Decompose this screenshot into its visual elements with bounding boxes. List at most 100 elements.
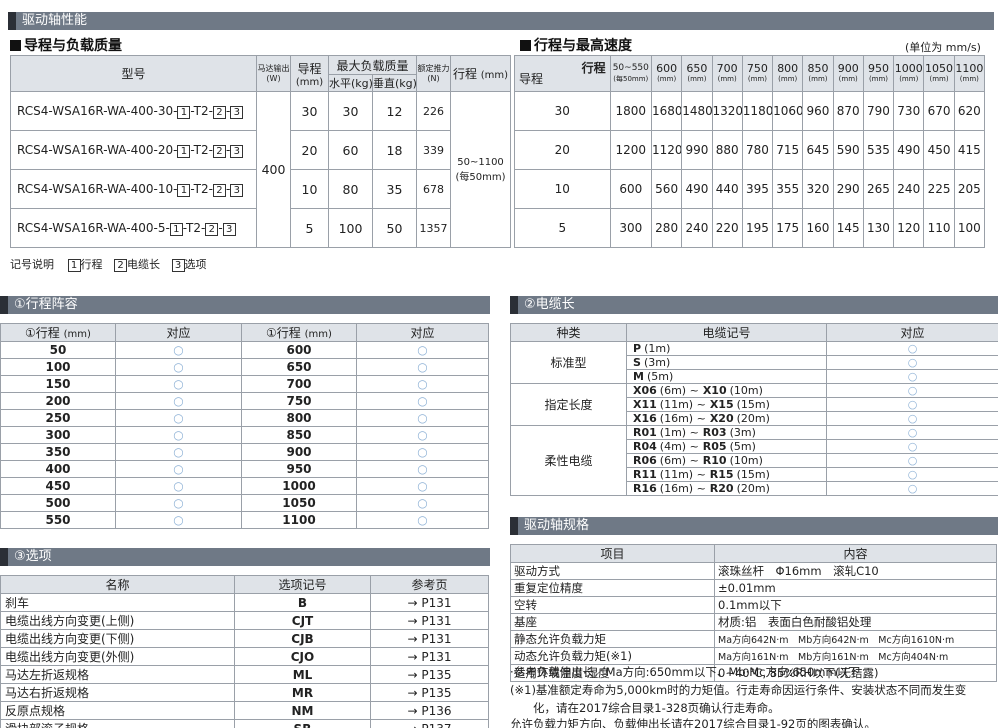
stroke-value: 550 [0, 511, 116, 529]
speed-header-row: 行程 导程 50~550 (每50mm) 600 (mm) 650 (mm) 700 (mm) 75… [514, 55, 986, 92]
speed-value-cell: 280 [650, 208, 683, 248]
horiz-load-cell: 30 [328, 91, 373, 131]
speed-value-cell: 535 [862, 130, 895, 170]
thrust-cell: 339 [416, 130, 452, 170]
header-stroke-unit: (mm) [480, 70, 509, 81]
cable-code: P (1m) [626, 341, 827, 356]
speed-value-cell: 225 [923, 169, 955, 209]
cable-code-from: R16 [633, 482, 657, 495]
spec-row: 重复定位精度 ±0.01mm [510, 579, 997, 597]
stroke-col-header: 800 (mm) [772, 55, 804, 92]
header-ok-left: 对应 [115, 323, 242, 342]
header-stroke-text: 行程 [452, 67, 477, 81]
speed-row: 5 300 280 240 220 195 175 160 145 130 120 110 100 [514, 208, 986, 248]
cable-code-from: X11 [633, 398, 657, 411]
speed-value-cell: 415 [953, 130, 986, 170]
stroke-col-unit: (每50mm) [613, 74, 649, 83]
cable-code: M (5m) [626, 369, 827, 384]
header-page: 参考页 [370, 575, 489, 594]
stroke-value: 200 [0, 392, 116, 410]
option-row: 电缆出线方向变更(外侧) CJO → P131 [0, 647, 489, 666]
stroke-row: 350 ○ 900 ○ [0, 443, 489, 461]
cable-code: S (3m) [626, 355, 827, 370]
header-ok: 对应 [826, 323, 998, 342]
header-option-code: 选项记号 [234, 575, 371, 594]
header-thrust-text: 额定推力 [417, 63, 450, 73]
spec-note: 化，请在2017综合目录1-328页确认行走寿命。 [510, 701, 780, 715]
stroke-list-table: ①行程 (mm) 对应 ①行程 (mm) 对应 50 ○ 600 ○ 100 ○ 650 ○ 1… [0, 323, 489, 529]
stroke-symbol-box: 1 [177, 183, 191, 197]
speed-value-cell: 145 [832, 208, 864, 248]
stroke-row: 550 ○ 1100 ○ [0, 511, 489, 529]
h-stroke-unit: (mm) [63, 329, 91, 340]
cable-code-from: R11 [633, 468, 657, 481]
stroke-value: 300 [0, 426, 116, 444]
supported-mark: ○ [826, 411, 998, 426]
supported-mark: ○ [826, 369, 998, 384]
speed-value-cell: 1800 [609, 91, 653, 131]
lead-cell: 20 [290, 130, 329, 170]
speed-value-cell: 645 [802, 130, 834, 170]
spec-item: 空转 [510, 596, 715, 614]
stroke-col-unit: (mm) [657, 74, 677, 83]
option-page: → P131 [370, 647, 489, 666]
speed-value-cell: 670 [923, 91, 955, 131]
stroke-col-value: 850 [807, 61, 829, 75]
stroke-row: 50 ○ 600 ○ [0, 341, 489, 359]
option-page: → P131 [370, 593, 489, 612]
speed-lead-cell: 20 [514, 130, 611, 170]
header-lead-unit: (mm) [295, 76, 324, 88]
header-thrust-unit: (N) [427, 73, 440, 83]
supported-mark: ○ [356, 511, 489, 529]
load-heading-text: 导程与负载质量 [24, 38, 122, 54]
legend-key-2: 2 [114, 259, 127, 272]
cable-code-to: R05 [702, 440, 727, 453]
speed-value-cell: 870 [832, 91, 864, 131]
cable-code-to: R03 [702, 426, 727, 439]
stroke-value: 250 [0, 409, 116, 427]
cable-length-from: (16m) ~ [659, 412, 706, 425]
stroke-speed-table: 行程 导程 50~550 (每50mm) 600 (mm) 650 (mm) 700 (mm) 75… [514, 55, 986, 248]
stroke-value: 450 [0, 477, 116, 495]
bar-accent [510, 296, 518, 314]
stroke-row: 400 ○ 950 ○ [0, 460, 489, 478]
header-motor: 马达输出 (W) [256, 55, 291, 92]
stroke-symbol-box: 1 [177, 144, 191, 158]
supported-mark: ○ [115, 494, 242, 512]
option-name: 电缆出线方向变更(下侧) [0, 629, 235, 648]
option-code: CJO [234, 647, 371, 666]
stroke-value: 400 [0, 460, 116, 478]
option-name: 滑块部滚子规格 [0, 719, 235, 728]
vert-load-cell: 12 [371, 91, 418, 131]
header-motor-unit: (W) [266, 73, 281, 83]
stroke-row: 250 ○ 800 ○ [0, 409, 489, 427]
legend-text-2: 电缆长 [127, 258, 160, 271]
stroke-col-header: 950 (mm) [862, 55, 895, 92]
spec-row: 静态允许负载力矩 Ma方向642N·m Mb方向642N·m Mc方向1610N·… [510, 630, 997, 648]
spec-bar: 驱动轴规格 [510, 517, 998, 535]
speed-value-cell: 240 [681, 208, 713, 248]
stroke-range-cell: 50~1100 (每50mm) [450, 91, 512, 248]
model-mid: -T2- [190, 142, 213, 157]
stroke-col-unit: (mm) [899, 74, 919, 83]
option-code: ML [234, 665, 371, 684]
stroke-col-unit: (mm) [959, 74, 979, 83]
spec-row: 动态允许负载力矩(※1) Ma方向161N·m Mb方向161N·m Mc方向40… [510, 647, 997, 665]
speed-row: 20 1200 1120 990 880 780 715 645 590 535 490 450 415 [514, 130, 986, 170]
header-horiz: 水平(kg) [328, 74, 373, 92]
stroke-col-value: 950 [867, 61, 889, 75]
speed-value-cell: 395 [741, 169, 774, 209]
speed-row: 10 600 560 490 440 395 355 320 290 265 240 225 205 [514, 169, 986, 209]
cable-length-to: (3m) [729, 426, 756, 439]
speed-value-cell: 620 [953, 91, 986, 131]
bar-accent [0, 548, 8, 566]
stroke-col-value: 900 [837, 61, 859, 75]
supported-mark: ○ [115, 358, 242, 376]
cable-length-from: (6m) ~ [659, 454, 699, 467]
stroke-value: 1050 [241, 494, 357, 512]
spec-content: 0.1mm以下 [714, 596, 997, 614]
model-prefix: RCS4-WSA16R-WA-400-10- [17, 181, 178, 196]
spec-row: 空转 0.1mm以下 [510, 596, 997, 614]
cable-row: 指定长度 X06 (6m) ~ X10 (10m) ○ [510, 383, 998, 426]
header-content: 内容 [714, 544, 997, 563]
